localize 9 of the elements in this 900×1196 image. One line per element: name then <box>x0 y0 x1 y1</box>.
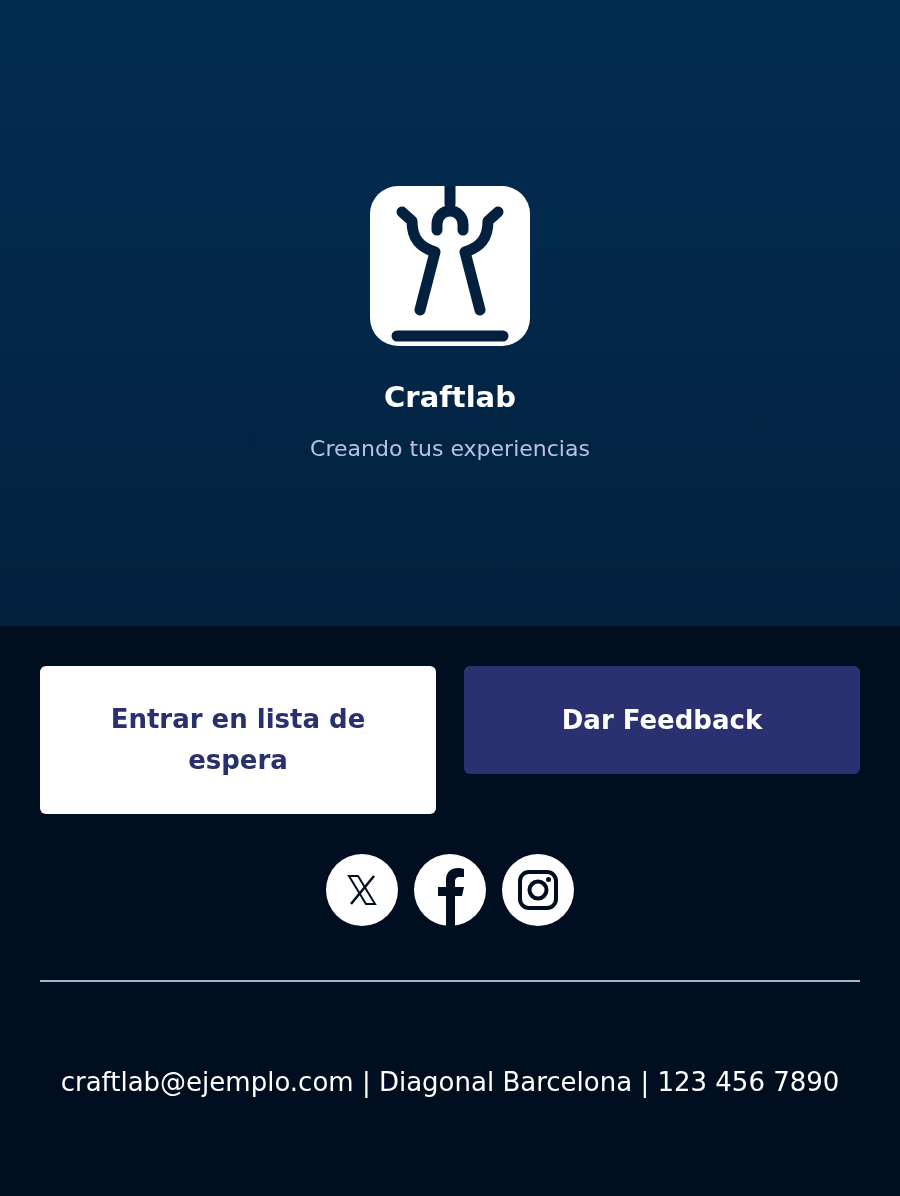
app-name: Craftlab <box>384 380 516 414</box>
instagram-icon[interactable] <box>502 854 574 926</box>
logo-icon <box>370 186 530 346</box>
feedback-button[interactable]: Dar Feedback <box>464 666 860 774</box>
contact-info: craftlab@ejemplo.com | Diagonal Barcelona | 123 456 7890 <box>59 1066 841 1100</box>
facebook-icon[interactable] <box>414 854 486 926</box>
waitlist-button[interactable]: Entrar en lista de espera <box>40 666 436 814</box>
tagline: Creando tus experiencias <box>310 436 590 461</box>
x-icon[interactable] <box>326 854 398 926</box>
